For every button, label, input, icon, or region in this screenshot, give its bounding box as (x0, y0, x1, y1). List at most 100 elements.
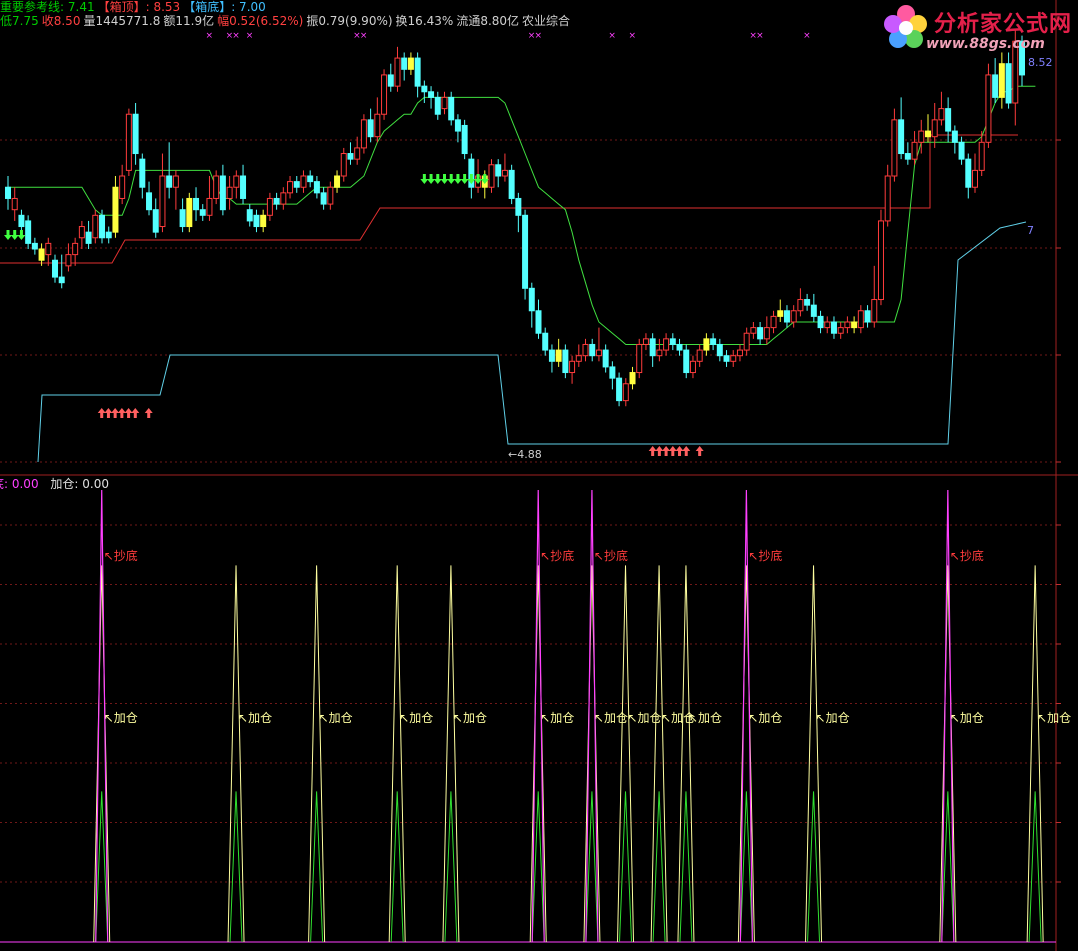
candle-body (313, 181, 320, 194)
jiacang-spike (388, 565, 406, 943)
candle-body (904, 153, 911, 160)
header2-item-0: 低7.75 (0, 14, 39, 28)
candle-body (293, 181, 300, 188)
site-logo[interactable]: 分析家公式网 www.88gs.com (880, 2, 1075, 54)
chaodi-label: ↖抄底 (950, 548, 984, 563)
jiacang-green-spike (679, 791, 693, 943)
candle-body (528, 287, 535, 312)
header1-item-0: 重要参考线 (0, 0, 61, 14)
candle-body (918, 130, 925, 143)
candle-body (783, 310, 790, 323)
candle-body (817, 315, 824, 329)
candle-body (548, 349, 555, 362)
candle-body (931, 119, 938, 138)
chaodi-label: ↖抄底 (594, 548, 628, 563)
candle-body (287, 181, 294, 194)
candle-body (877, 220, 884, 301)
candle-body (72, 242, 79, 256)
jiacang-label: ↖加仓 (399, 711, 433, 725)
candle-body (797, 299, 804, 312)
down-arrow-icon (17, 230, 26, 240)
candle-body (246, 209, 253, 222)
candle-body (555, 349, 562, 362)
candle-body (132, 113, 139, 155)
header2-item-5: 振0.79(9.90%) (306, 14, 393, 28)
candle-body (891, 119, 898, 177)
candle-body (18, 214, 25, 228)
candle-body (569, 360, 576, 374)
candle-body (407, 57, 414, 70)
candle-body (951, 130, 958, 143)
candle-body (589, 343, 596, 357)
candle-body (804, 299, 811, 306)
candle-body (99, 214, 106, 239)
candle-body (736, 349, 743, 357)
candle-body (441, 96, 448, 110)
candle-body (300, 175, 307, 188)
candle-body (414, 57, 421, 87)
candle-body (575, 355, 582, 362)
logo-url: www.88gs.com (926, 36, 1045, 52)
indicator-add-label: 加仓: 0.00 (50, 477, 109, 491)
jiacang-spike (308, 565, 326, 943)
candle-body (911, 141, 918, 160)
jiacang-label: ↖加仓 (104, 711, 138, 725)
stock-chart[interactable]: 8.527←4.88× × × × × × × × × × × × ×↖加仓 ↖加仓 ↖加仓 ↖加仓 ↖加仓 ↖加… (0, 0, 1078, 951)
candle-body (978, 141, 985, 171)
candle-body (11, 197, 18, 211)
jiacang-label: ↖加仓 (748, 711, 782, 725)
candle-body (334, 175, 341, 188)
header2-item-4: 幅0.52(6.52%) (217, 14, 304, 28)
candle-body (421, 85, 428, 93)
candle-body (710, 338, 717, 345)
candle-body (958, 141, 965, 160)
candle-body (535, 310, 542, 334)
candle-body (340, 153, 347, 177)
candle-body (401, 57, 408, 70)
candle-body (78, 226, 85, 239)
candle-body (898, 119, 905, 155)
jiacang-green-spike (1028, 791, 1042, 943)
candle-body (871, 299, 878, 323)
candle-body (233, 175, 240, 188)
candle-body (488, 164, 495, 188)
candle-body (226, 186, 233, 199)
indicator-cut-label: 底: 0.00 (0, 477, 39, 491)
candle-body (206, 197, 213, 216)
candle-body (52, 259, 59, 278)
bottom-price-label: 7 (1027, 224, 1034, 237)
signal-x-mark: × (629, 31, 637, 41)
candle-body (253, 214, 260, 228)
candle-body (367, 119, 374, 138)
up-arrow-icon (695, 446, 704, 456)
jiacang-green-spike (390, 791, 404, 943)
jiacang-green-spike (229, 791, 243, 943)
candle-body (515, 197, 522, 216)
jiacang-label: ↖加仓 (1037, 711, 1071, 725)
candle-body (508, 169, 515, 199)
jiacang-spike (442, 565, 460, 943)
candle-body (837, 327, 844, 334)
candle-body (172, 175, 179, 188)
candle-body (360, 119, 367, 149)
jiacang-green-spike (619, 791, 633, 943)
candle-body (394, 57, 401, 87)
candle-body (166, 175, 173, 188)
candle-body (354, 147, 361, 160)
signal-x-mark: × (232, 31, 240, 41)
signal-x-mark: × (360, 31, 368, 41)
jiacang-green-spike (652, 791, 666, 943)
candle-body (884, 175, 891, 222)
jiacang-label: ↖加仓 (628, 711, 662, 725)
jiacang-spike (617, 565, 635, 943)
header2-item-7: 流通8.80亿 (456, 14, 520, 28)
jiacang-label: ↖加仓 (688, 711, 722, 725)
candle-body (844, 321, 851, 329)
candle-body (65, 254, 72, 267)
candle-body (830, 321, 837, 334)
candle-body (5, 186, 11, 199)
candle-body (307, 175, 314, 183)
candle-body (622, 383, 629, 402)
candle-body (602, 349, 609, 368)
jiacang-spike (677, 565, 695, 943)
